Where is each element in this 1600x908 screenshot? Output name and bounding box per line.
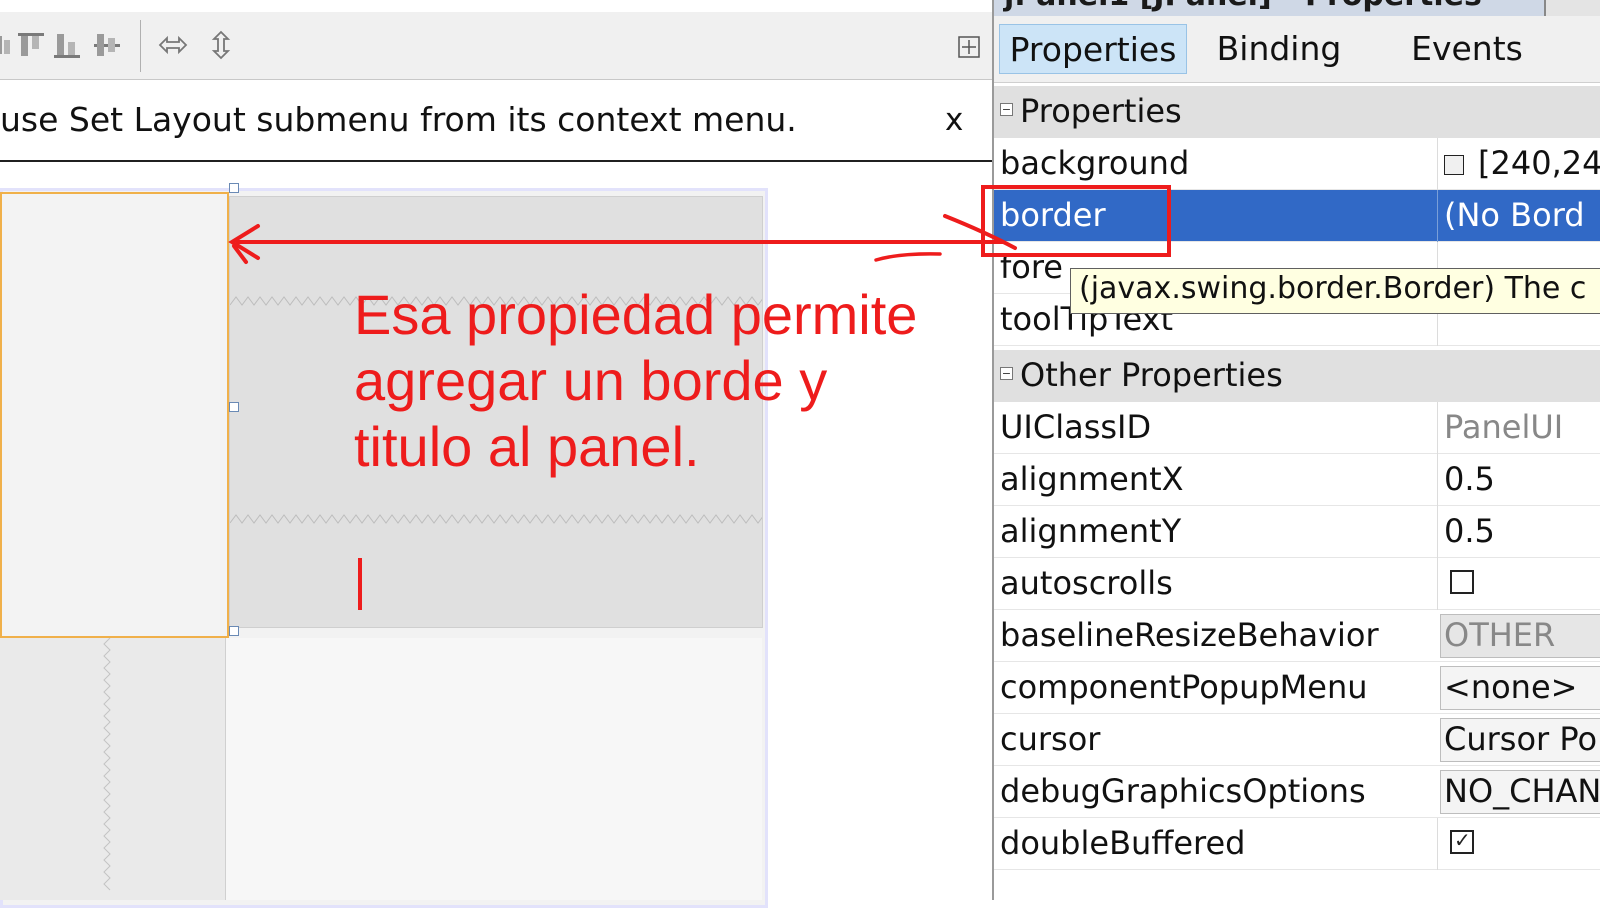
annotation-overlay: [228, 185, 1171, 264]
annotation-underline: [874, 252, 942, 262]
